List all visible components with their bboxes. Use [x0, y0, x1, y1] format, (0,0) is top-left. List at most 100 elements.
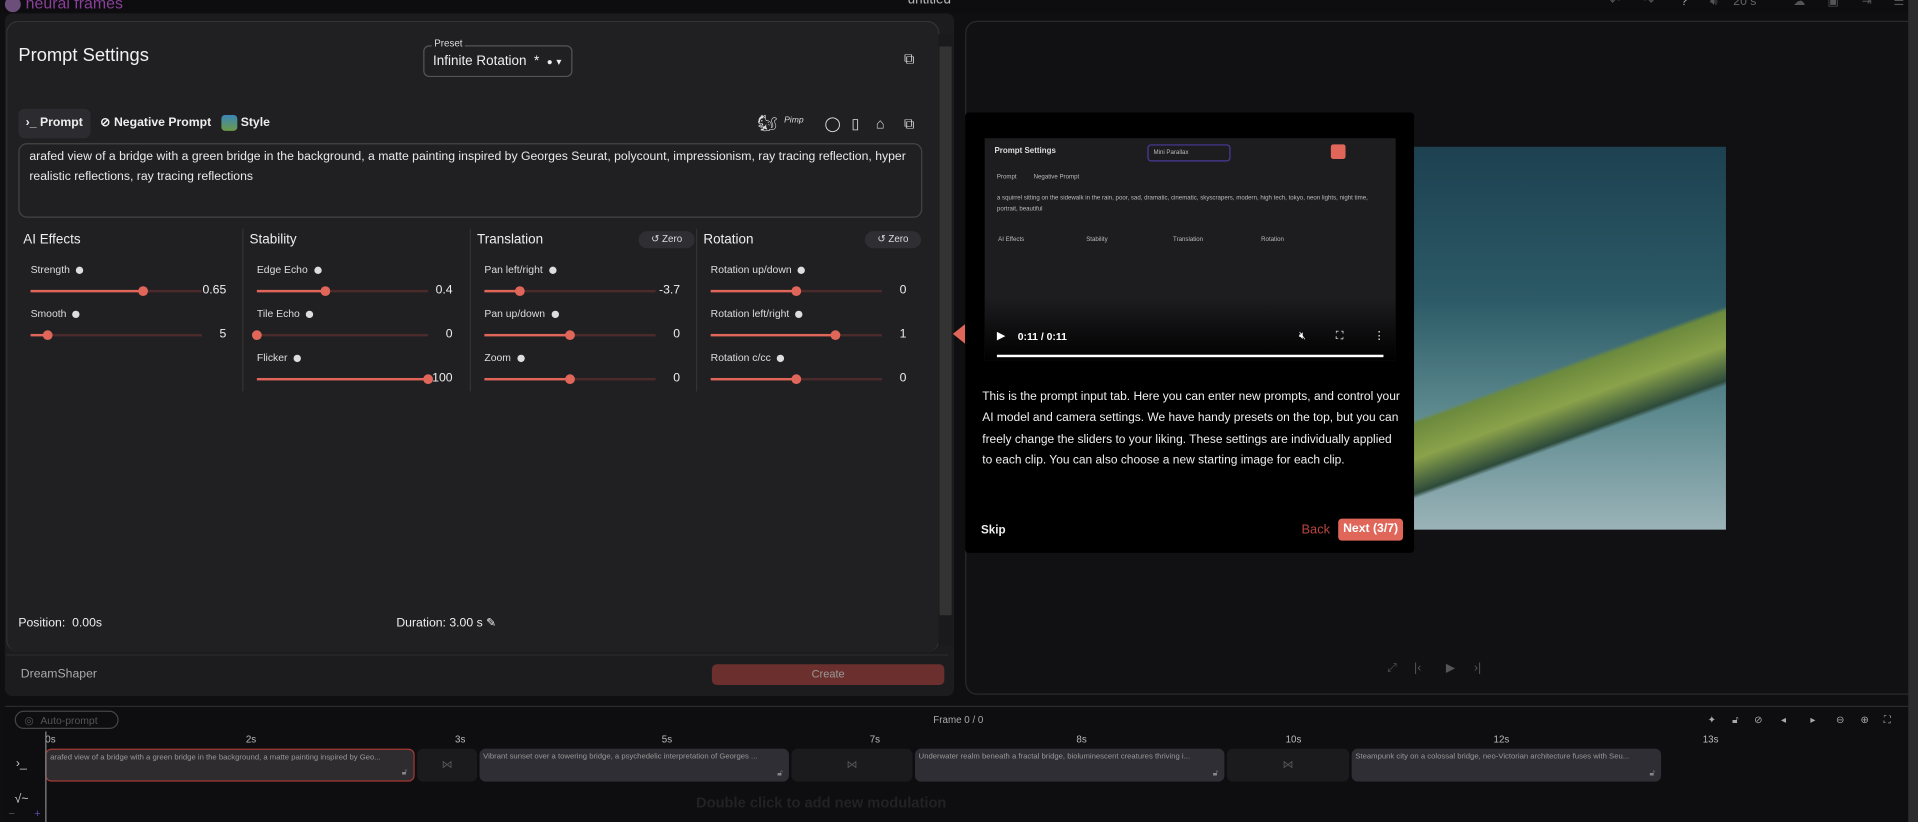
lock-open-icon[interactable]: 🔓︎ [1649, 769, 1655, 779]
slider-thumb[interactable] [791, 374, 802, 385]
skip-button[interactable]: Skip [981, 524, 1006, 537]
playhead[interactable] [45, 731, 47, 822]
create-button[interactable]: Create [711, 664, 945, 685]
slider-thumb[interactable] [138, 286, 148, 297]
timeline-clip[interactable]: Vibrant sunset over a towering bridge, a… [479, 748, 789, 782]
info-icon[interactable] [517, 354, 525, 362]
lock-open-icon[interactable]: 🔓︎ [777, 769, 783, 779]
lock-open-icon[interactable]: 🔓︎ [402, 768, 408, 778]
slider[interactable] [30, 330, 202, 341]
magnet-icon[interactable]: ⊘ [1754, 714, 1762, 725]
crystal-ball-icon[interactable]: ◯ [824, 115, 840, 132]
folder-open-icon[interactable]: ⌂ [876, 115, 885, 132]
pimp-my-prompt-icon[interactable]: Pimp [784, 116, 804, 125]
help-icon[interactable]: ? [1681, 0, 1688, 9]
squirrel-icon[interactable]: 🐿︎ [757, 114, 777, 134]
scrollbar-thumb[interactable] [939, 46, 952, 616]
volume-icon[interactable]: 🔊︎ [1710, 0, 1718, 9]
add-image-icon[interactable]: ⧉ [904, 50, 914, 68]
back-button[interactable]: Back [1301, 522, 1330, 537]
skip-forward-icon[interactable]: ›| [1474, 662, 1481, 675]
fullscreen-icon[interactable]: ⤢ [1387, 662, 1397, 675]
timeline-clip[interactable]: Steampunk city on a colossal bridge, neo… [1351, 748, 1662, 782]
video-section: AI Effects [998, 236, 1025, 244]
play-icon[interactable]: ▶ [1446, 662, 1455, 675]
lock-open-icon[interactable]: 🔓︎ [1213, 769, 1219, 779]
duration-display[interactable]: 20 s [1733, 0, 1756, 9]
export-icon[interactable]: ⇥ [1862, 0, 1872, 9]
slider[interactable] [710, 374, 882, 385]
slider-thumb[interactable] [565, 330, 575, 341]
video-close-icon [1330, 144, 1346, 160]
slider[interactable] [484, 286, 656, 297]
slider[interactable] [256, 374, 434, 385]
prev-icon[interactable]: ◂ [1781, 714, 1786, 725]
info-icon[interactable] [313, 266, 322, 274]
timeline-clip[interactable]: arafed view of a bridge with a green bri… [45, 748, 415, 782]
slider-thumb[interactable] [251, 330, 262, 341]
remove-track-icon[interactable]: − [9, 807, 15, 819]
info-icon[interactable] [551, 310, 559, 318]
edit-pencil-icon[interactable]: ✎ [486, 616, 496, 629]
menu-icon[interactable]: ☰ [1894, 0, 1905, 9]
info-icon[interactable] [72, 310, 80, 318]
sparkle-icon[interactable]: ✦ [1708, 714, 1716, 725]
clipboard-icon[interactable]: ▯ [851, 115, 859, 132]
video-play-icon[interactable]: ▶ [997, 329, 1005, 342]
info-icon[interactable] [797, 266, 806, 274]
slider-thumb[interactable] [791, 286, 802, 297]
next-icon[interactable]: ▸ [1810, 714, 1815, 725]
zero-button[interactable]: ↺ Zero [864, 231, 922, 249]
video-progress[interactable] [996, 354, 1384, 358]
redo-icon[interactable]: ↷ [1644, 0, 1654, 9]
slider[interactable] [251, 330, 429, 341]
slider[interactable] [484, 374, 656, 385]
slider[interactable] [710, 330, 882, 341]
slider[interactable] [710, 286, 882, 297]
zoom-out-icon[interactable]: ⊖ [1836, 714, 1844, 725]
document-title[interactable]: untitled [908, 0, 951, 7]
mute-icon[interactable]: 🔇︎ [1299, 329, 1306, 342]
save-icon[interactable]: ▣ [1827, 0, 1839, 9]
add-track-icon[interactable]: + [34, 807, 40, 819]
more-options-icon[interactable]: ⋮ [1374, 329, 1385, 342]
auto-prompt-button[interactable]: ◎ Auto-prompt [14, 710, 119, 730]
transition-block[interactable]: ⋈ [791, 748, 913, 782]
slider-thumb[interactable] [42, 330, 53, 341]
info-icon[interactable] [76, 266, 84, 274]
undo-icon[interactable]: ↶ [1610, 0, 1620, 9]
slider[interactable] [256, 286, 429, 297]
tab-prompt[interactable]: ›_ Prompt [18, 108, 91, 139]
slider-thumb[interactable] [565, 374, 575, 385]
add-copy-icon[interactable]: ⧉ [904, 115, 914, 133]
zoom-in-icon[interactable]: ⊕ [1861, 714, 1869, 725]
skip-back-icon[interactable]: |‹ [1414, 662, 1421, 675]
slider-thumb[interactable] [320, 286, 331, 297]
zero-button[interactable]: ↺ Zero [638, 231, 695, 249]
info-icon[interactable] [548, 266, 557, 274]
page-scrollbar[interactable] [1908, 0, 1918, 822]
preset-select[interactable]: Preset Infinite Rotation * ● ▾ [423, 37, 573, 78]
slider[interactable] [484, 330, 656, 341]
timeline-clip[interactable]: Underwater realm beneath a fractal bridg… [914, 748, 1225, 782]
unlock-icon[interactable]: 🔓︎ [1732, 714, 1738, 726]
transition-block[interactable]: ⋈ [417, 748, 478, 782]
panel-scrollbar[interactable] [938, 34, 953, 645]
slider[interactable] [30, 286, 202, 297]
video-fullscreen-icon[interactable]: ⛶ [1336, 329, 1344, 342]
slider-label: Edge Echo [257, 263, 322, 275]
tour-video[interactable]: Prompt Settings Mini Parallax Prompt Neg… [984, 138, 1396, 361]
info-icon[interactable] [293, 354, 301, 362]
cloud-sync-icon[interactable]: ☁ [1793, 0, 1805, 9]
info-icon[interactable] [305, 310, 314, 318]
next-button[interactable]: Next (3/7) [1338, 518, 1404, 541]
transition-block[interactable]: ⋈ [1226, 748, 1350, 782]
info-icon[interactable] [776, 354, 785, 362]
tab-style[interactable]: Style [214, 109, 277, 138]
tab-negative-prompt[interactable]: ⊘ Negative Prompt [93, 109, 219, 138]
fit-icon[interactable]: ⛶ [1884, 714, 1891, 726]
prompt-input[interactable]: arafed view of a bridge with a green bri… [18, 143, 923, 218]
logo[interactable]: neural frames [4, 0, 123, 13]
model-name[interactable]: DreamShaper [21, 668, 97, 681]
info-icon[interactable] [795, 310, 803, 318]
